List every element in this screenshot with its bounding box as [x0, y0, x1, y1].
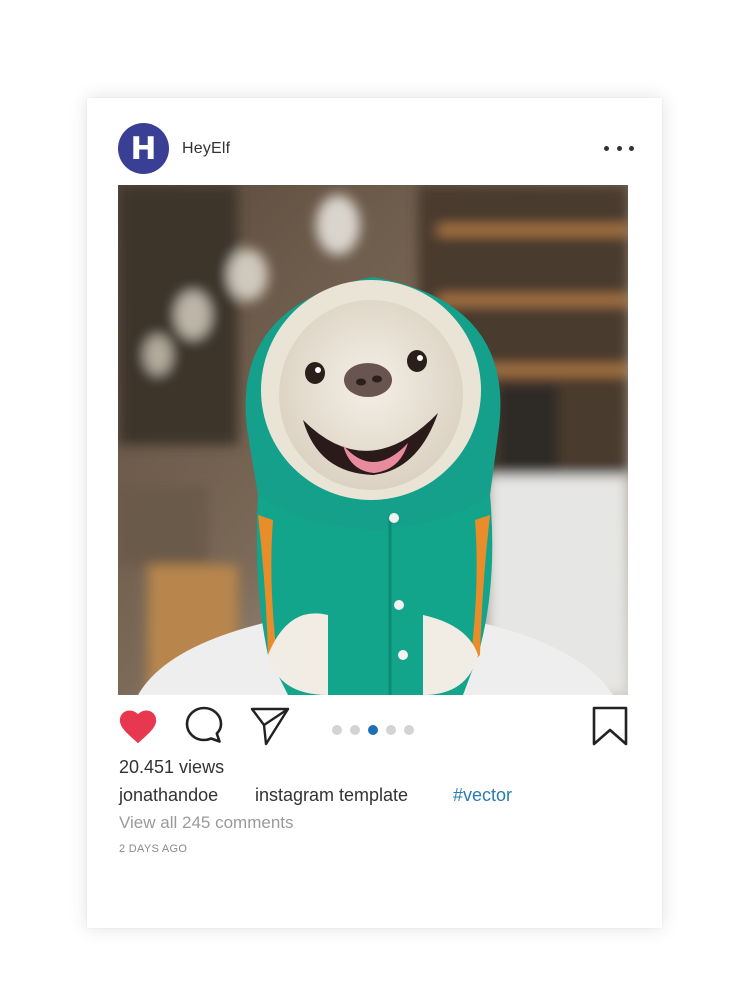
more-dot — [604, 145, 609, 151]
post-image[interactable] — [118, 185, 628, 695]
caption-text: instagram template — [255, 785, 409, 805]
comment-bubble-icon[interactable] — [184, 705, 224, 745]
dog-photo — [118, 185, 628, 695]
more-options-icon[interactable] — [604, 141, 634, 155]
bookmark-icon[interactable] — [592, 706, 628, 746]
view-count: 20.451 views — [119, 757, 225, 777]
post-timestamp: 2 DAYS AGO — [119, 843, 188, 855]
action-bar — [87, 703, 662, 753]
carousel-dot[interactable] — [332, 725, 342, 735]
carousel-dot-active[interactable] — [368, 725, 378, 735]
paper-plane-icon[interactable] — [249, 705, 291, 747]
caption-username[interactable]: jonathandoe — [119, 785, 218, 806]
avatar-letter: H — [130, 130, 157, 167]
username[interactable]: HeyElf — [182, 140, 230, 158]
carousel-dot[interactable] — [404, 725, 414, 735]
carousel-dot[interactable] — [350, 725, 360, 735]
more-dot — [616, 145, 622, 151]
avatar[interactable]: H — [118, 123, 169, 174]
more-dot — [629, 145, 634, 151]
post-card: H HeyElf 20.451 views jonathandoe instag… — [87, 98, 662, 928]
heart-icon[interactable] — [117, 707, 159, 745]
carousel-indicator — [332, 725, 414, 735]
caption-hashtag[interactable]: #vector — [453, 785, 512, 806]
carousel-dot[interactable] — [386, 725, 396, 735]
view-comments-link[interactable]: View all 245 comments — [119, 813, 294, 833]
